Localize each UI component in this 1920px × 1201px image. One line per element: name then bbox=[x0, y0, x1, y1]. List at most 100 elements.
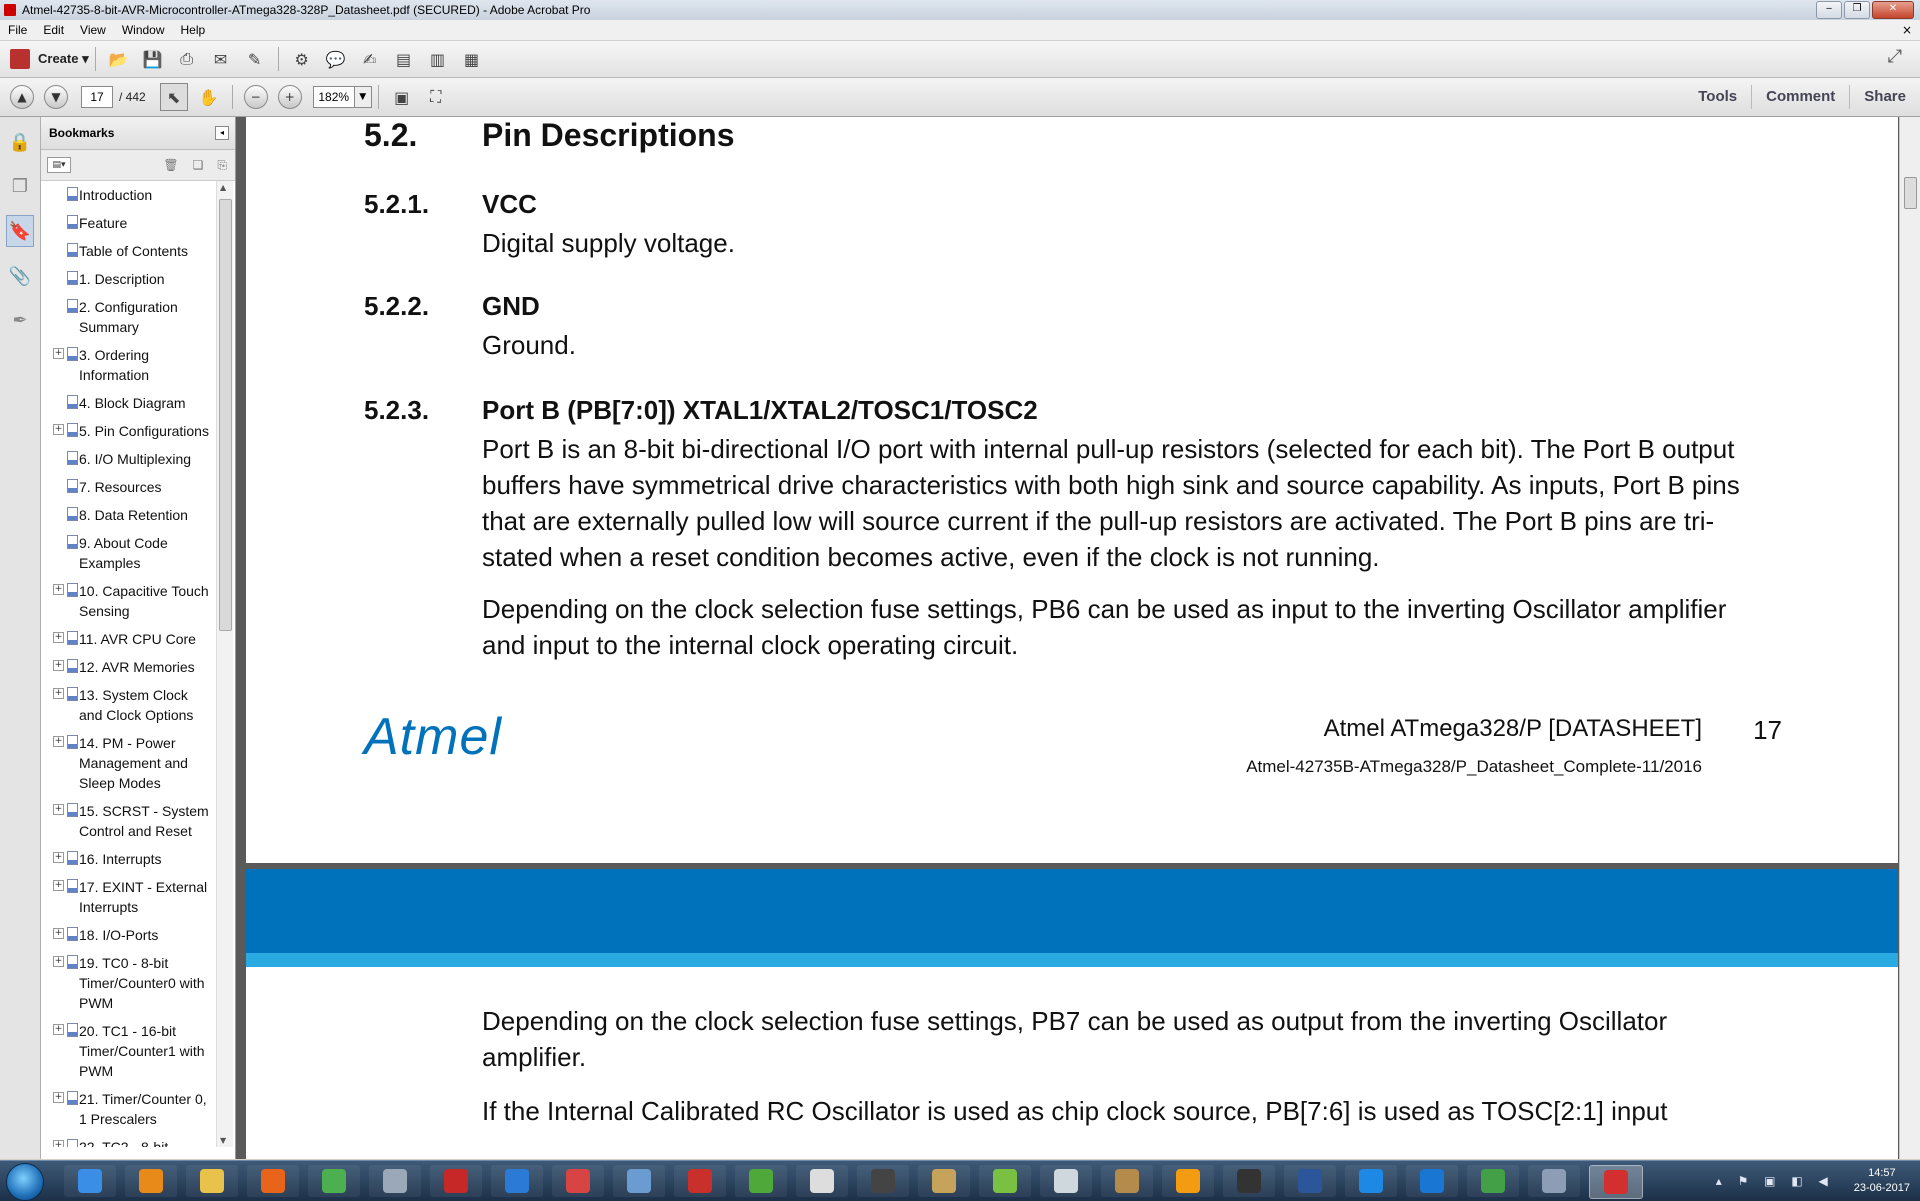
taskbar-app-app-notes[interactable] bbox=[918, 1165, 970, 1197]
bookmark-item[interactable]: +18. I/O-Ports bbox=[41, 921, 213, 949]
delete-bookmark-icon[interactable]: 🗑 bbox=[163, 158, 178, 173]
save-icon[interactable]: 💾 bbox=[140, 46, 166, 72]
close-button[interactable]: ✕ bbox=[1872, 1, 1914, 19]
extract-icon[interactable]: ▥ bbox=[425, 46, 451, 72]
bookmark-item[interactable]: +11. AVR CPU Core bbox=[41, 625, 213, 653]
create-button[interactable]: Create ▾ bbox=[10, 49, 89, 69]
attachments-icon[interactable]: 📎 bbox=[7, 261, 33, 291]
menu-view[interactable]: View bbox=[72, 23, 114, 37]
bookmark-item[interactable]: +20. TC1 - 16-bit Timer/Counter1 with PW… bbox=[41, 1017, 213, 1085]
taskbar-app-app-green[interactable] bbox=[735, 1165, 787, 1197]
expand-icon[interactable]: + bbox=[53, 1024, 64, 1035]
open-icon[interactable]: 📂 bbox=[106, 46, 132, 72]
menu-help[interactable]: Help bbox=[173, 23, 214, 37]
bookmark-item[interactable]: 9. About Code Examples bbox=[41, 529, 213, 577]
taskbar-app-word[interactable] bbox=[1284, 1165, 1336, 1197]
taskbar-app-app-pdf-red[interactable] bbox=[552, 1165, 604, 1197]
taskbar-app-app-dark[interactable] bbox=[857, 1165, 909, 1197]
previous-page-button[interactable]: ▲ bbox=[10, 85, 34, 109]
close-document-button[interactable]: × bbox=[1902, 23, 1912, 37]
taskbar-app-design-tool[interactable] bbox=[369, 1165, 421, 1197]
taskbar-app-chrome[interactable] bbox=[308, 1165, 360, 1197]
menu-file[interactable]: File bbox=[0, 23, 35, 37]
taskbar-app-app-c[interactable] bbox=[1345, 1165, 1397, 1197]
hand-tool-icon[interactable]: ✋ bbox=[196, 84, 222, 110]
clock[interactable]: 14:57 23-06-2017 bbox=[1854, 1166, 1910, 1196]
new-bookmark-icon[interactable]: ❏ bbox=[193, 158, 204, 173]
select-tool-icon[interactable]: ⬉ bbox=[159, 83, 188, 111]
expand-icon[interactable]: + bbox=[53, 880, 64, 891]
tray-icons[interactable]: ▴ ⚑ ▣ ◧ ◀ bbox=[1716, 1174, 1834, 1188]
taskbar-app-firefox[interactable] bbox=[247, 1165, 299, 1197]
restore-button[interactable]: ❐ bbox=[1844, 1, 1870, 19]
share-link[interactable]: Share bbox=[1849, 85, 1920, 109]
taskbar-app-app-blue[interactable] bbox=[491, 1165, 543, 1197]
bookmark-item[interactable]: 2. Configuration Summary bbox=[41, 293, 213, 341]
stamp-icon[interactable]: ✍ bbox=[357, 46, 383, 72]
print-icon[interactable]: ⎙ bbox=[174, 46, 200, 72]
expand-icon[interactable]: + bbox=[53, 584, 64, 595]
start-button[interactable] bbox=[6, 1163, 44, 1201]
bookmark-item[interactable]: +13. System Clock and Clock Options bbox=[41, 681, 213, 729]
zoom-out-button[interactable]: − bbox=[243, 85, 268, 109]
taskbar-app-app-chart[interactable] bbox=[1467, 1165, 1519, 1197]
bookmark-item[interactable]: +3. Ordering Information bbox=[41, 341, 213, 389]
options-menu-icon[interactable]: ▤▾ bbox=[47, 157, 71, 173]
taskbar-app-app-monitor[interactable] bbox=[1040, 1165, 1092, 1197]
expand-icon[interactable]: ⤢ bbox=[1888, 46, 1902, 67]
taskbar-app-app-tool[interactable] bbox=[1101, 1165, 1153, 1197]
bookmark-item[interactable]: 8. Data Retention bbox=[41, 501, 213, 529]
expand-icon[interactable]: + bbox=[53, 660, 64, 671]
bookmark-item[interactable]: +17. EXINT - External Interrupts bbox=[41, 873, 213, 921]
taskbar-app-app-vlc-green[interactable] bbox=[979, 1165, 1031, 1197]
email-icon[interactable]: ✉ bbox=[208, 46, 234, 72]
scrollbar-thumb[interactable] bbox=[1904, 177, 1917, 209]
taskbar-app-app-c2[interactable] bbox=[1406, 1165, 1458, 1197]
bookmark-item[interactable]: +14. PM - Power Management and Sleep Mod… bbox=[41, 729, 213, 797]
taskbar-app-acrobat[interactable] bbox=[1589, 1165, 1643, 1199]
settings-icon[interactable]: ⚙ bbox=[289, 46, 315, 72]
bookmark-item[interactable]: +22. TC2 - 8-bit bbox=[41, 1133, 213, 1147]
page-thumbnails-icon[interactable]: ❐ bbox=[7, 171, 33, 201]
taskbar-app-file-explorer[interactable] bbox=[186, 1165, 238, 1197]
expand-icon[interactable]: + bbox=[53, 736, 64, 747]
expand-icon[interactable]: + bbox=[53, 632, 64, 643]
document-view[interactable]: 5.2. Pin Descriptions 5.2.1. VCC Digital… bbox=[236, 117, 1920, 1159]
document-scrollbar[interactable] bbox=[1899, 117, 1920, 1159]
bookmark-item[interactable]: 4. Block Diagram bbox=[41, 389, 213, 417]
comment-link[interactable]: Comment bbox=[1751, 85, 1849, 109]
zoom-level-input[interactable]: 182% bbox=[312, 86, 355, 108]
bookmark-item[interactable]: +10. Capacitive Touch Sensing bbox=[41, 577, 213, 625]
taskbar-app-internet-explorer[interactable] bbox=[64, 1165, 116, 1197]
expand-icon[interactable]: + bbox=[53, 424, 64, 435]
scroll-up-icon[interactable]: ▲ bbox=[220, 183, 226, 192]
menu-window[interactable]: Window bbox=[114, 23, 173, 37]
taskbar-app-app-photo[interactable] bbox=[1223, 1165, 1275, 1197]
taskbar-app-media-player[interactable] bbox=[125, 1165, 177, 1197]
bookmark-item[interactable]: +15. SCRST - System Control and Reset bbox=[41, 797, 213, 845]
bookmark-item[interactable]: +16. Interrupts bbox=[41, 845, 213, 873]
expand-icon[interactable]: + bbox=[53, 928, 64, 939]
tools-link[interactable]: Tools bbox=[1684, 85, 1751, 109]
minimize-button[interactable]: ‒ bbox=[1816, 1, 1842, 19]
bookmark-item[interactable]: +5. Pin Configurations bbox=[41, 417, 213, 445]
expand-icon[interactable]: + bbox=[53, 956, 64, 967]
collapse-panel-icon[interactable]: ◂ bbox=[215, 126, 229, 140]
form-icon[interactable]: ▦ bbox=[459, 46, 485, 72]
bookmarks-icon[interactable]: 🔖 bbox=[6, 215, 34, 247]
bookmark-item[interactable]: Introduction bbox=[41, 181, 213, 209]
menu-edit[interactable]: Edit bbox=[35, 23, 72, 37]
bookmark-item[interactable]: Feature bbox=[41, 209, 213, 237]
bookmark-item[interactable]: +19. TC0 - 8-bit Timer/Counter0 with PWM bbox=[41, 949, 213, 1017]
taskbar-app-app-red[interactable] bbox=[430, 1165, 482, 1197]
taskbar-app-app-network[interactable] bbox=[613, 1165, 665, 1197]
full-screen-icon[interactable]: ⛶ bbox=[423, 84, 449, 110]
page-number-input[interactable]: 17 bbox=[81, 86, 113, 108]
pages-icon[interactable]: ▤ bbox=[391, 46, 417, 72]
bookmark-item[interactable]: 1. Description bbox=[41, 265, 213, 293]
bookmark-item[interactable]: 7. Resources bbox=[41, 473, 213, 501]
taskbar-app-app-red-2[interactable] bbox=[674, 1165, 726, 1197]
bookmarks-scrollbar[interactable]: ▲ ▼ bbox=[216, 181, 233, 1147]
taskbar-app-app-paint[interactable] bbox=[1528, 1165, 1580, 1197]
fit-page-icon[interactable]: ▣ bbox=[389, 84, 415, 110]
